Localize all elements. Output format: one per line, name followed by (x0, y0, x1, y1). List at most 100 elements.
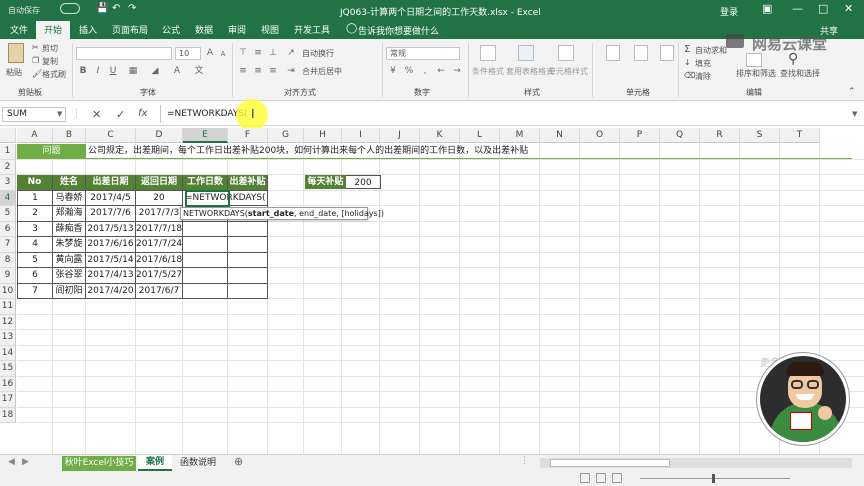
copy-icon[interactable]: ❐ (32, 56, 39, 65)
table-cell[interactable] (228, 252, 268, 268)
merge-center-button[interactable]: 合并后居中 (302, 66, 342, 77)
table-cell[interactable]: 郑瀚海 (53, 206, 86, 222)
table-cell[interactable] (183, 268, 228, 284)
comma-icon[interactable]: , (418, 65, 432, 78)
table-header-cell[interactable]: 返回日期 (136, 175, 183, 191)
row-header-6[interactable]: 6 (0, 221, 16, 237)
sheet-tab-function-doc[interactable]: 函数说明 (174, 456, 222, 471)
page-break-view-icon[interactable] (612, 473, 622, 483)
column-header-i[interactable]: I (342, 128, 380, 143)
normal-view-icon[interactable] (580, 473, 590, 483)
conditional-format-icon[interactable] (480, 45, 496, 61)
format-cells-icon[interactable] (660, 45, 674, 61)
table-header-cell[interactable]: 出差补贴 (228, 175, 268, 191)
expand-formula-bar-icon[interactable]: ▼ (852, 110, 857, 118)
horizontal-scrollbar[interactable] (540, 458, 852, 468)
column-header-o[interactable]: O (580, 128, 620, 143)
table-cell[interactable] (228, 268, 268, 284)
tell-me-box[interactable]: 告诉我你想要做什么 (358, 24, 439, 37)
row-header-17[interactable]: 17 (0, 392, 16, 408)
table-cell[interactable]: 2017/4/5 (86, 190, 136, 206)
format-as-table-button[interactable]: 套用表格格式 (506, 66, 554, 77)
table-cell[interactable]: 薛痴香 (53, 221, 86, 237)
orientation-icon[interactable]: ↗ (284, 47, 298, 60)
align-middle-icon[interactable]: ≡ (251, 47, 265, 60)
decrease-decimal-icon[interactable]: → (450, 65, 464, 78)
redo-icon[interactable]: ↷ (128, 3, 136, 14)
table-cell[interactable]: 4 (17, 237, 53, 253)
table-cell[interactable] (183, 283, 228, 299)
table-cell[interactable]: 6 (17, 268, 53, 284)
column-header-p[interactable]: P (620, 128, 660, 143)
scroll-tabs-right-icon[interactable]: ▶ (22, 457, 29, 467)
phonetic-icon[interactable]: 文 (192, 65, 206, 78)
close-icon[interactable]: ✕ (844, 2, 853, 15)
paste-icon[interactable] (8, 43, 24, 63)
insert-cells-icon[interactable] (606, 45, 620, 61)
tab-page-layout[interactable]: 页面布局 (112, 23, 148, 36)
name-box-dropdown-icon[interactable]: ▼ (57, 110, 62, 118)
table-cell[interactable]: 张谷翠 (53, 268, 86, 284)
autosum-icon[interactable]: Σ (684, 44, 690, 55)
align-center-icon[interactable]: ≡ (251, 65, 265, 78)
grow-font-icon[interactable]: A (203, 47, 217, 60)
table-cell[interactable]: 7 (17, 283, 53, 299)
table-header-cell[interactable]: No (17, 175, 53, 191)
sort-filter-icon[interactable] (746, 53, 762, 67)
row-header-16[interactable]: 16 (0, 376, 16, 392)
tab-insert[interactable]: 插入 (79, 23, 97, 36)
column-header-b[interactable]: B (53, 128, 86, 143)
tab-data[interactable]: 数据 (195, 23, 213, 36)
table-cell[interactable]: 2017/6/18 (136, 252, 183, 268)
font-name-select[interactable] (76, 47, 172, 60)
clear-button[interactable]: 清除 (695, 71, 711, 82)
table-cell[interactable] (183, 237, 228, 253)
table-header-cell[interactable]: 工作日数 (183, 175, 228, 191)
table-cell[interactable]: 20 (136, 190, 183, 206)
font-size-select[interactable]: 10 (175, 47, 201, 60)
cut-button[interactable]: 剪切 (42, 43, 58, 54)
column-header-e[interactable]: E (183, 128, 228, 143)
find-select-button[interactable]: 查找和选择 (780, 68, 820, 79)
table-header-cell[interactable]: 出差日期 (86, 175, 136, 191)
align-right-icon[interactable]: ≡ (266, 65, 280, 78)
cancel-icon[interactable]: ✕ (92, 108, 101, 121)
column-header-j[interactable]: J (380, 128, 420, 143)
percent-icon[interactable]: % (402, 65, 416, 78)
login-link[interactable]: 登录 (720, 5, 738, 18)
daily-allowance-value[interactable]: 200 (346, 175, 381, 189)
row-header-2[interactable]: 2 (0, 159, 16, 175)
underline-icon[interactable]: U (106, 65, 120, 78)
tab-file[interactable]: 文件 (10, 23, 28, 36)
conditional-format-button[interactable]: 条件格式 (472, 66, 504, 77)
currency-icon[interactable]: ¥ (386, 65, 400, 78)
column-header-r[interactable]: R (700, 128, 740, 143)
table-cell[interactable] (228, 190, 268, 206)
cut-icon[interactable]: ✂ (32, 43, 39, 52)
table-cell[interactable]: 2017/5/27 (136, 268, 183, 284)
tab-formulas[interactable]: 公式 (162, 23, 180, 36)
horizontal-scroll-thumb[interactable] (550, 459, 670, 467)
column-header-n[interactable]: N (540, 128, 580, 143)
column-header-q[interactable]: Q (660, 128, 700, 143)
indent-icon[interactable]: ⇥ (284, 65, 298, 78)
sheet-tab-case[interactable]: 案例 (138, 455, 172, 471)
font-color-icon[interactable]: A (170, 65, 184, 78)
save-icon[interactable]: 💾 (96, 3, 108, 14)
column-header-h[interactable]: H (304, 128, 342, 143)
autosum-button[interactable]: 自动求和 (695, 45, 727, 56)
table-cell[interactable] (228, 283, 268, 299)
table-cell[interactable]: 2017/6/16 (86, 237, 136, 253)
daily-allowance-label[interactable]: 每天补贴 (305, 175, 346, 189)
row-header-8[interactable]: 8 (0, 252, 16, 268)
row-header-10[interactable]: 10 (0, 283, 16, 299)
row-header-3[interactable]: 3 (0, 175, 16, 191)
row-header-18[interactable]: 18 (0, 407, 16, 423)
italic-icon[interactable]: I (91, 65, 105, 78)
question-text[interactable]: 公司规定，出差期间，每个工作日出差补贴200块，如何计算出来每个人的出差期间的工… (86, 144, 852, 159)
cell-styles-button[interactable]: 单元格样式 (548, 66, 588, 77)
autosave-toggle[interactable] (60, 3, 80, 14)
tooltip-start-date[interactable]: start_date (248, 209, 294, 218)
wrap-text-button[interactable]: 自动换行 (302, 48, 334, 59)
table-cell[interactable]: 2017/5/14 (86, 252, 136, 268)
